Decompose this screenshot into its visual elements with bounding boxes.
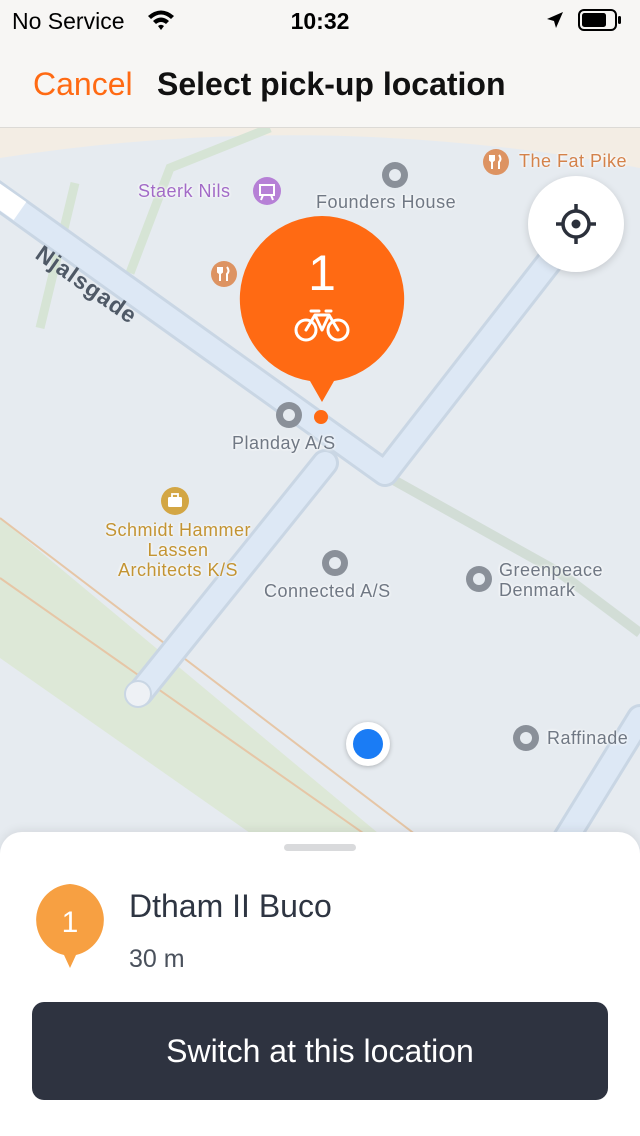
marker-count: 1 [308,245,336,301]
place-icon [382,162,408,188]
locate-me-button[interactable] [528,176,624,272]
bicycle-icon [294,309,350,342]
bottom-sheet: 1 Dtham II Buco 30 m Switch at this loca… [0,832,640,1136]
place-icon [322,550,348,576]
nav-bar: Cancel Select pick-up location [0,40,640,128]
battery-icon [578,9,621,31]
poi-label: Staerk Nils [138,181,231,201]
poi-label: Raffinade [547,728,629,748]
clock: 10:32 [290,8,350,34]
poi-label: Schmidt Hammer Lassen Architects K/S [104,520,252,580]
location-name: Dtham II Buco [129,888,332,924]
page-title: Select pick-up location [157,66,506,102]
location-arrow-icon [547,12,563,28]
briefcase-icon [161,487,189,515]
poi-label: Connected A/S [264,581,391,601]
restaurant-icon [483,149,509,175]
poi-label: The Fat Pike [519,151,628,171]
location-distance: 30 m [129,945,185,973]
station-pin: 1 [34,884,106,974]
sheet-drag-handle[interactable] [284,844,356,851]
poi-label: Greenpeace Denmark [499,560,604,600]
gallery-icon [253,177,281,205]
status-bar: No Service 10:32 [0,0,640,40]
poi-label: Founders House [316,192,457,212]
poi-label: Planday A/S [232,433,336,453]
bike-station-marker[interactable]: 1 [239,216,405,422]
place-icon [466,566,492,592]
crosshair-icon [556,204,596,244]
restaurant-icon[interactable] [210,260,238,288]
station-pin-number: 1 [61,906,79,939]
place-icon [513,725,539,751]
switch-location-button[interactable]: Switch at this location [32,1002,608,1100]
user-location-dot [346,722,390,766]
cancel-button[interactable]: Cancel [33,66,133,103]
marker-anchor-dot [314,410,328,424]
